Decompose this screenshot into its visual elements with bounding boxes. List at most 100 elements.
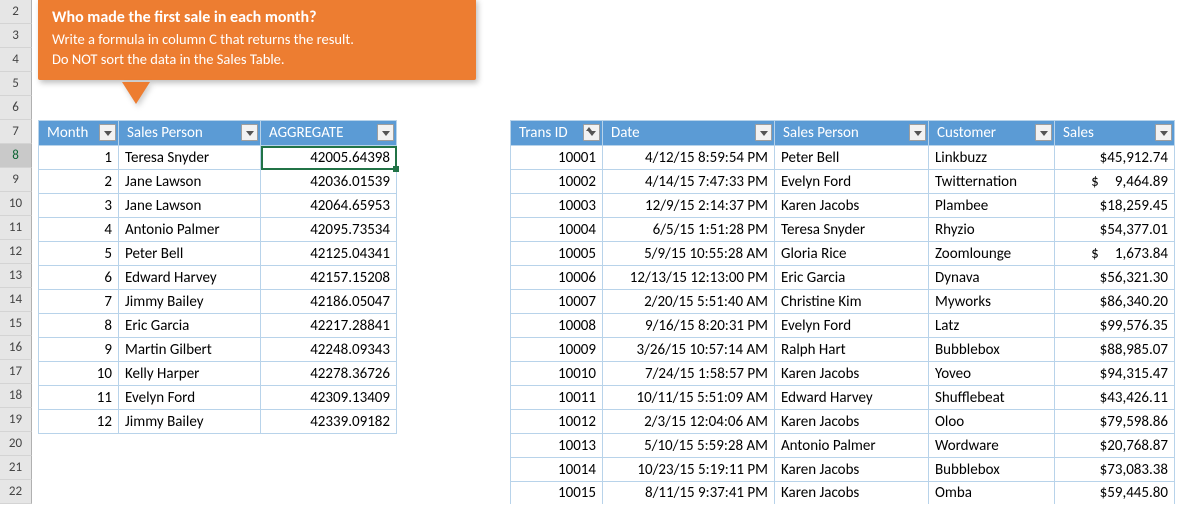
table-row[interactable]: 100024/14/15 7:47:33 PMEvelyn FordTwitte… — [511, 170, 1175, 194]
cell-date[interactable]: 3/26/15 10:57:14 AM — [603, 338, 775, 362]
col-sales[interactable]: Sales — [1055, 121, 1175, 146]
row-header[interactable]: 11 — [0, 216, 32, 240]
cell-trans-id[interactable]: 10002 — [511, 170, 603, 194]
cell-person-r[interactable]: Ralph Hart — [775, 338, 929, 362]
cell-person[interactable]: Edward Harvey — [119, 266, 261, 290]
cell-person-r[interactable]: Karen Jacobs — [775, 410, 929, 434]
filter-dropdown-icon[interactable] — [377, 124, 394, 141]
cell-person[interactable]: Jane Lawson — [119, 194, 261, 218]
summary-table[interactable]: Month Sales Person AGGREGATE 1Teresa Sny… — [38, 120, 397, 434]
cell-sales[interactable]: $ 1,673.84 — [1055, 242, 1175, 266]
cell-sales[interactable]: $88,985.07 — [1055, 338, 1175, 362]
cell-aggregate[interactable]: 42278.36726 — [261, 362, 397, 386]
row-header[interactable]: 17 — [0, 360, 32, 384]
cell-customer[interactable]: Twitternation — [929, 170, 1055, 194]
cell-month[interactable]: 11 — [39, 386, 119, 410]
cell-trans-id[interactable]: 10015 — [511, 482, 603, 505]
cell-sales[interactable]: $79,598.86 — [1055, 410, 1175, 434]
row-header[interactable]: 10 — [0, 192, 32, 216]
cell-date[interactable]: 12/13/15 12:13:00 PM — [603, 266, 775, 290]
table-row[interactable]: 5Peter Bell42125.04341 — [39, 242, 397, 266]
cell-month[interactable]: 4 — [39, 218, 119, 242]
row-header[interactable]: 3 — [0, 24, 32, 48]
filter-dropdown-icon[interactable] — [909, 124, 926, 141]
cell-trans-id[interactable]: 10014 — [511, 458, 603, 482]
table-row[interactable]: 1001110/11/15 5:51:09 AMEdward HarveyShu… — [511, 386, 1175, 410]
cell-aggregate[interactable]: 42036.01539 — [261, 170, 397, 194]
filter-sorted-dropdown-icon[interactable] — [583, 124, 600, 141]
table-row[interactable]: 8Eric Garcia42217.28841 — [39, 314, 397, 338]
cell-aggregate[interactable]: 42005.64398 — [261, 146, 397, 170]
cell-trans-id[interactable]: 10003 — [511, 194, 603, 218]
row-header[interactable]: 4 — [0, 48, 32, 72]
cell-date[interactable]: 4/14/15 7:47:33 PM — [603, 170, 775, 194]
cell-person[interactable]: Antonio Palmer — [119, 218, 261, 242]
table-row[interactable]: 6Edward Harvey42157.15208 — [39, 266, 397, 290]
table-row[interactable]: 7Jimmy Bailey42186.05047 — [39, 290, 397, 314]
cell-person-r[interactable]: Karen Jacobs — [775, 194, 929, 218]
cell-customer[interactable]: Shufflebeat — [929, 386, 1055, 410]
table-row[interactable]: 100014/12/15 8:59:54 PMPeter BellLinkbuz… — [511, 146, 1175, 170]
cell-date[interactable]: 9/16/15 8:20:31 PM — [603, 314, 775, 338]
cell-trans-id[interactable]: 10006 — [511, 266, 603, 290]
cell-person[interactable]: Eric Garcia — [119, 314, 261, 338]
cell-month[interactable]: 5 — [39, 242, 119, 266]
filter-dropdown-icon[interactable] — [1035, 124, 1052, 141]
cell-person-r[interactable]: Karen Jacobs — [775, 482, 929, 505]
cell-trans-id[interactable]: 10009 — [511, 338, 603, 362]
cell-month[interactable]: 10 — [39, 362, 119, 386]
table-row[interactable]: 11Evelyn Ford42309.13409 — [39, 386, 397, 410]
table-row[interactable]: 1Teresa Snyder42005.64398 — [39, 146, 397, 170]
cell-person-r[interactable]: Antonio Palmer — [775, 434, 929, 458]
table-row[interactable]: 100158/11/15 9:37:41 PMKaren JacobsOmba$… — [511, 482, 1175, 505]
cell-customer[interactable]: Bubblebox — [929, 338, 1055, 362]
cell-trans-id[interactable]: 10001 — [511, 146, 603, 170]
cell-person-r[interactable]: Eric Garcia — [775, 266, 929, 290]
cell-sales[interactable]: $45,912.74 — [1055, 146, 1175, 170]
cell-trans-id[interactable]: 10013 — [511, 434, 603, 458]
cell-aggregate[interactable]: 42157.15208 — [261, 266, 397, 290]
cell-person-r[interactable]: Christine Kim — [775, 290, 929, 314]
table-row[interactable]: 4Antonio Palmer42095.73534 — [39, 218, 397, 242]
cell-trans-id[interactable]: 10007 — [511, 290, 603, 314]
cell-date[interactable]: 8/11/15 9:37:41 PM — [603, 482, 775, 505]
cell-person-r[interactable]: Evelyn Ford — [775, 170, 929, 194]
cell-person-r[interactable]: Evelyn Ford — [775, 314, 929, 338]
table-row[interactable]: 100093/26/15 10:57:14 AMRalph HartBubble… — [511, 338, 1175, 362]
row-header[interactable]: 14 — [0, 288, 32, 312]
row-header[interactable]: 5 — [0, 72, 32, 96]
worksheet-area[interactable]: Who made the first sale in each month? W… — [32, 0, 1186, 514]
filter-dropdown-icon[interactable] — [1155, 124, 1172, 141]
cell-month[interactable]: 3 — [39, 194, 119, 218]
cell-date[interactable]: 12/9/15 2:14:37 PM — [603, 194, 775, 218]
cell-sales[interactable]: $18,259.45 — [1055, 194, 1175, 218]
table-row[interactable]: 1001410/23/15 5:19:11 PMKaren JacobsBubb… — [511, 458, 1175, 482]
table-row[interactable]: 2Jane Lawson42036.01539 — [39, 170, 397, 194]
row-header[interactable]: 21 — [0, 456, 32, 480]
cell-sales[interactable]: $54,377.01 — [1055, 218, 1175, 242]
col-trans-id[interactable]: Trans ID — [511, 121, 603, 146]
table-row[interactable]: 100072/20/15 5:51:40 AMChristine KimMywo… — [511, 290, 1175, 314]
col-sales-person-r[interactable]: Sales Person — [775, 121, 929, 146]
cell-trans-id[interactable]: 10012 — [511, 410, 603, 434]
col-customer[interactable]: Customer — [929, 121, 1055, 146]
row-header[interactable]: 15 — [0, 312, 32, 336]
cell-trans-id[interactable]: 10005 — [511, 242, 603, 266]
cell-month[interactable]: 7 — [39, 290, 119, 314]
cell-aggregate[interactable]: 42339.09182 — [261, 410, 397, 434]
cell-aggregate[interactable]: 42248.09343 — [261, 338, 397, 362]
table-row[interactable]: 1000612/13/15 12:13:00 PMEric GarciaDyna… — [511, 266, 1175, 290]
cell-sales[interactable]: $94,315.47 — [1055, 362, 1175, 386]
cell-person-r[interactable]: Karen Jacobs — [775, 458, 929, 482]
cell-date[interactable]: 2/20/15 5:51:40 AM — [603, 290, 775, 314]
table-row[interactable]: 1000312/9/15 2:14:37 PMKaren JacobsPlamb… — [511, 194, 1175, 218]
sales-table[interactable]: Trans ID Date Sales Person Customer Sale… — [510, 120, 1175, 504]
cell-person[interactable]: Peter Bell — [119, 242, 261, 266]
cell-sales[interactable]: $20,768.87 — [1055, 434, 1175, 458]
row-header[interactable]: 19 — [0, 408, 32, 432]
table-row[interactable]: 100135/10/15 5:59:28 AMAntonio PalmerWor… — [511, 434, 1175, 458]
cell-customer[interactable]: Plambee — [929, 194, 1055, 218]
row-header[interactable]: 13 — [0, 264, 32, 288]
cell-person[interactable]: Martin Gilbert — [119, 338, 261, 362]
cell-customer[interactable]: Omba — [929, 482, 1055, 505]
